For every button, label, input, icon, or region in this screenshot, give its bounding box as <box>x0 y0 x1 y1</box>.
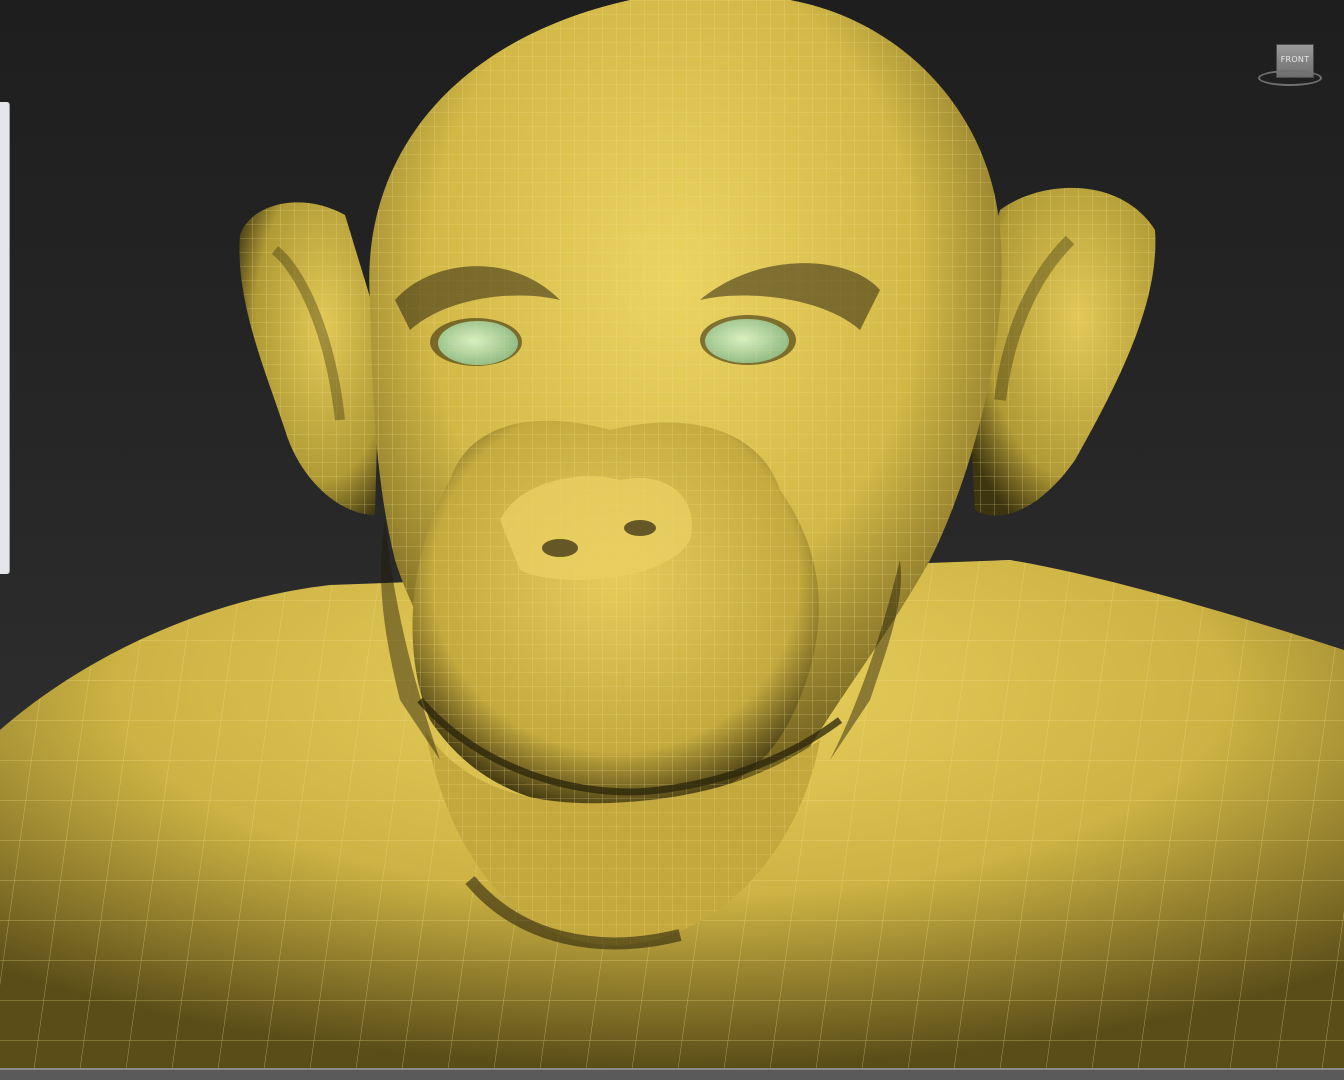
viewport-bottom-border <box>0 1068 1344 1080</box>
viewcube-icon[interactable]: FRONT <box>1256 40 1324 90</box>
model-right-eye <box>700 315 796 365</box>
chimpanzee-wireframe-model[interactable] <box>0 0 1344 1068</box>
model-left-eye <box>430 318 522 366</box>
model-left-ear <box>239 202 380 515</box>
3d-viewport[interactable]: FRONT <box>0 0 1344 1068</box>
viewcube-compass-ring[interactable] <box>1258 70 1322 86</box>
command-panel-edge[interactable] <box>0 102 10 574</box>
